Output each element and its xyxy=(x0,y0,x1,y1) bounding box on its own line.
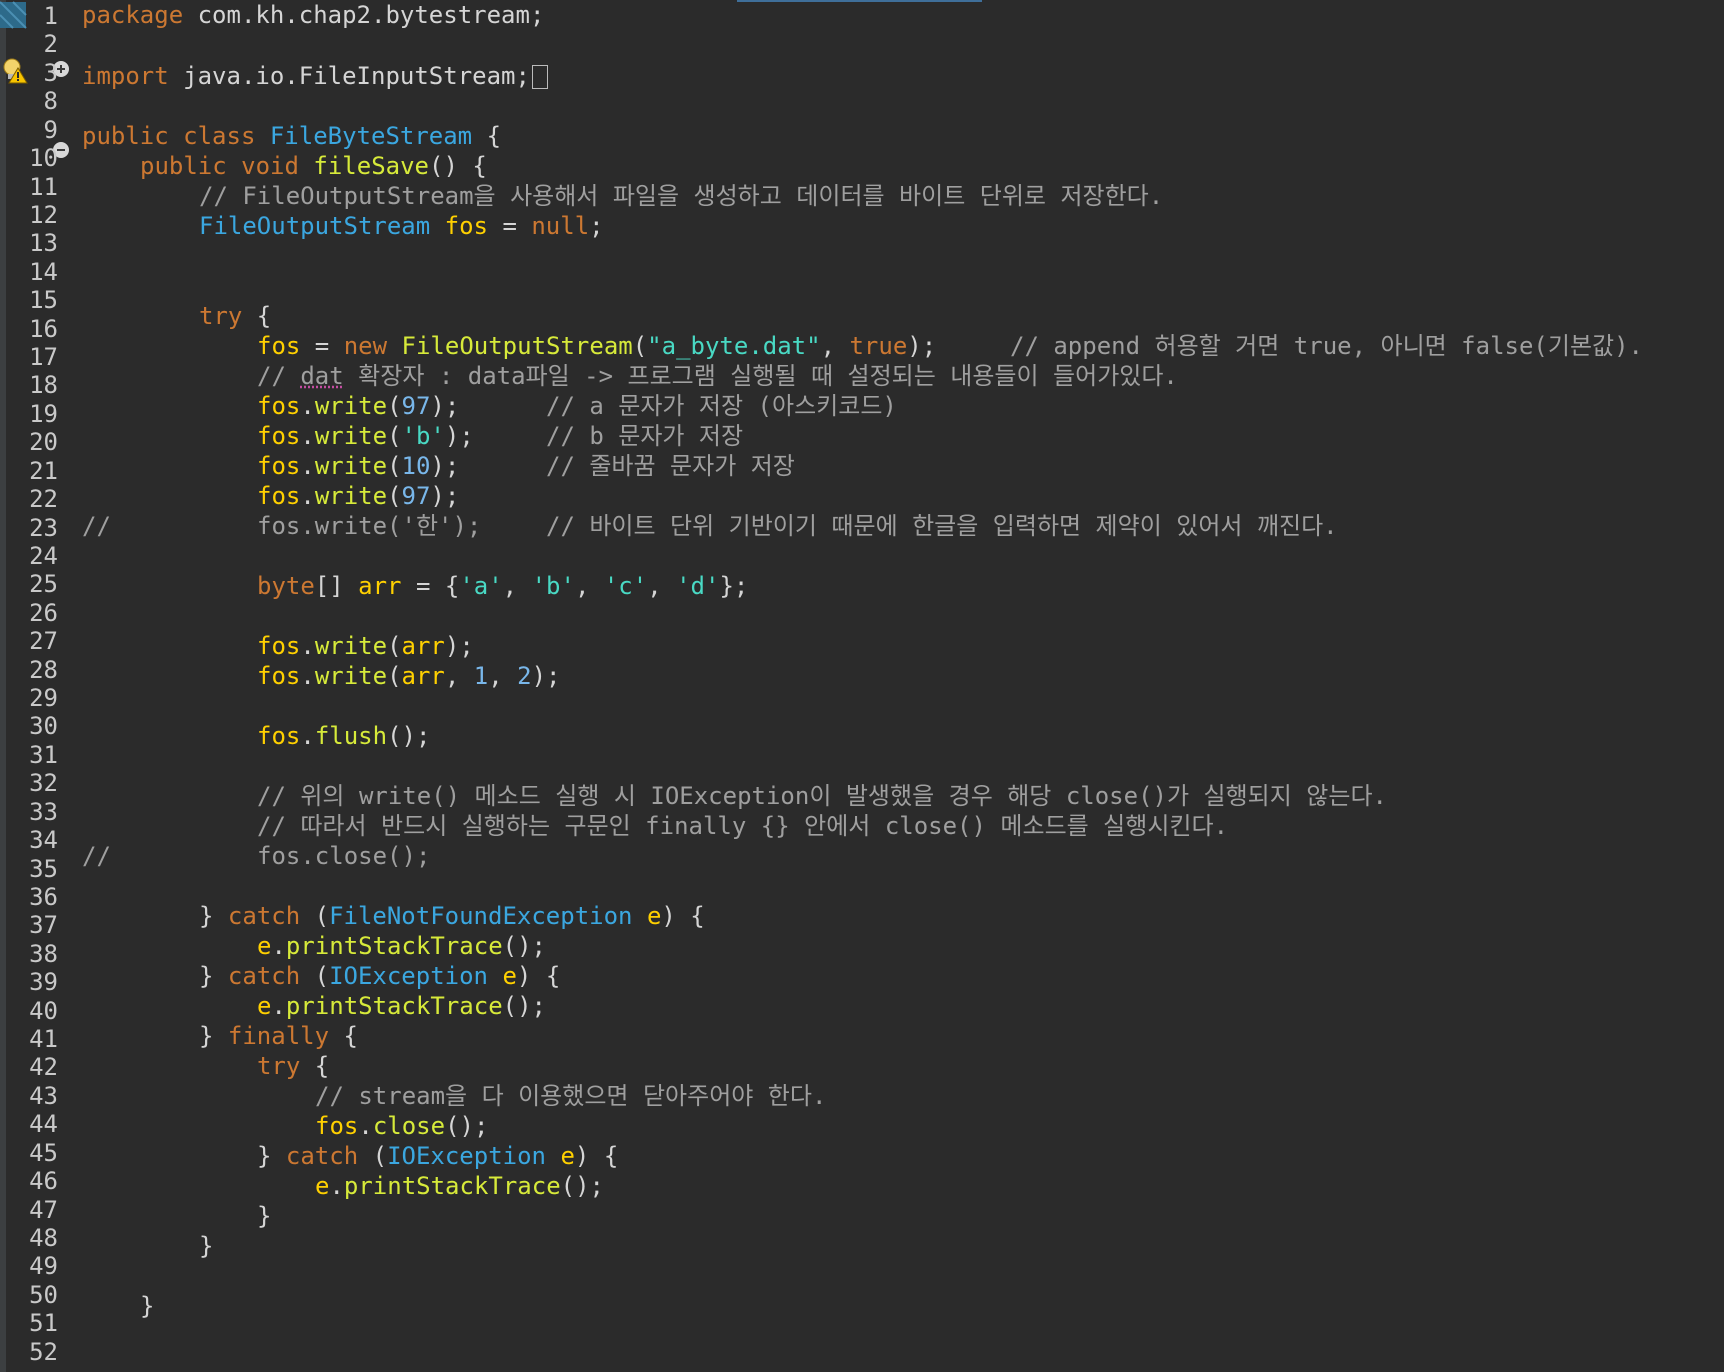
code-line-10: public void fileSave() { xyxy=(140,152,487,180)
line-number: 9 xyxy=(43,116,58,144)
line-number: 22 xyxy=(29,485,58,513)
code-line-27: fos.write(arr, 1, 2); xyxy=(257,662,561,690)
line-number: 12 xyxy=(29,201,58,229)
code-line-17: // dat 확장자 : data파일 -> 프로그램 실행될 때 설정되는 내… xyxy=(257,362,1178,390)
code-line-22-comment: // 바이트 단위 기반이기 때문에 한글을 입력하면 제약이 있어서 깨진다. xyxy=(546,512,1338,540)
code-line-35: } catch (FileNotFoundException e) { xyxy=(199,902,705,930)
line-number: 16 xyxy=(29,315,58,343)
line-number: 36 xyxy=(29,883,58,911)
code-line-43: } catch (IOException e) { xyxy=(257,1142,619,1170)
line-number: 50 xyxy=(29,1281,58,1309)
code-line-29: fos.flush(); xyxy=(257,722,431,750)
line-number: 39 xyxy=(29,968,58,996)
code-line-11: // FileOutputStream을 사용해서 파일을 생성하고 데이터를 … xyxy=(199,182,1164,210)
line-number: 3 xyxy=(43,59,58,87)
line-number: 14 xyxy=(29,258,58,286)
line-number: 31 xyxy=(29,741,58,769)
line-number: 21 xyxy=(29,457,58,485)
folded-imports-box[interactable] xyxy=(531,65,548,89)
line-number: 10 xyxy=(29,144,58,172)
line-number: 29 xyxy=(29,684,58,712)
code-line-36: e.printStackTrace(); xyxy=(257,932,547,960)
code-line-48: } xyxy=(140,1292,155,1320)
line-number: 33 xyxy=(29,798,58,826)
code-line-33-slashes: // xyxy=(82,842,111,870)
code-line-21: fos.write(97); xyxy=(257,482,460,510)
code-line-40: try { xyxy=(257,1052,330,1080)
line-number: 49 xyxy=(29,1252,58,1280)
line-number: 34 xyxy=(29,826,58,854)
code-line-41: // stream을 다 이용했으면 닫아주어야 한다. xyxy=(315,1082,827,1110)
line-number: 48 xyxy=(29,1224,58,1252)
code-line-20-comment: // 줄바꿈 문자가 저장 xyxy=(546,452,795,480)
line-number: 44 xyxy=(29,1110,58,1138)
code-line-3: import java.io.FileInputStream; xyxy=(82,61,548,91)
scroll-position-indicator xyxy=(737,0,982,2)
line-number: 1 xyxy=(43,2,58,30)
code-line-38: e.printStackTrace(); xyxy=(257,992,547,1020)
line-number: 32 xyxy=(29,769,58,797)
line-number: 37 xyxy=(29,911,58,939)
line-number: 46 xyxy=(29,1167,58,1195)
line-number: 26 xyxy=(29,599,58,627)
line-number: 51 xyxy=(29,1309,58,1337)
line-number: 30 xyxy=(29,712,58,740)
line-number: 41 xyxy=(29,1025,58,1053)
code-line-46: } xyxy=(199,1232,214,1260)
code-line-31: // 위의 write() 메소드 실행 시 IOException이 발생했을… xyxy=(257,782,1387,810)
code-line-18-comment: // a 문자가 저장 (아스키코드) xyxy=(546,392,897,420)
line-number: 25 xyxy=(29,570,58,598)
code-line-16-comment: // append 허용할 거면 true, 아니면 false(기본값). xyxy=(1010,332,1644,360)
code-line-39: } finally { xyxy=(199,1022,358,1050)
line-number: 27 xyxy=(29,627,58,655)
code-line-18: fos.write(97); xyxy=(257,392,460,420)
line-number: 45 xyxy=(29,1139,58,1167)
code-line-33: fos.close(); xyxy=(257,842,431,870)
code-line-32: // 따라서 반드시 실행하는 구문인 finally {} 안에서 close… xyxy=(257,812,1229,840)
line-number: 17 xyxy=(29,343,58,371)
line-number: 38 xyxy=(29,940,58,968)
code-line-16: fos = new FileOutputStream("a_byte.dat",… xyxy=(257,332,937,360)
code-line-19-comment: // b 문자가 저장 xyxy=(546,422,744,450)
code-line-1: package com.kh.chap2.bytestream; xyxy=(82,1,545,29)
line-number: 28 xyxy=(29,656,58,684)
line-number: 42 xyxy=(29,1053,58,1081)
line-number: 40 xyxy=(29,997,58,1025)
line-number: 35 xyxy=(29,855,58,883)
line-number: 47 xyxy=(29,1196,58,1224)
code-line-19: fos.write('b'); xyxy=(257,422,474,450)
line-number: 19 xyxy=(29,400,58,428)
code-line-26: fos.write(arr); xyxy=(257,632,474,660)
line-number: 23 xyxy=(29,514,58,542)
line-number: 24 xyxy=(29,542,58,570)
line-number: 2 xyxy=(43,30,58,58)
code-line-9: public class FileByteStream { xyxy=(82,122,502,150)
line-number: 18 xyxy=(29,371,58,399)
line-number: 20 xyxy=(29,428,58,456)
line-number: 11 xyxy=(29,173,58,201)
code-editor[interactable]: 1 2 3 8 9 10 11 12 13 14 15 16 17 18 19 20 21 22 23 24 25 26 2… xyxy=(0,0,1724,1372)
code-line-24: byte[] arr = {'a', 'b', 'c', 'd'}; xyxy=(257,572,749,600)
code-line-22-slashes: // xyxy=(82,512,111,540)
code-line-37: } catch (IOException e) { xyxy=(199,962,561,990)
code-line-12: FileOutputStream fos = null; xyxy=(199,212,604,240)
code-line-22: fos.write('한'); xyxy=(257,512,482,540)
line-number: 52 xyxy=(29,1338,58,1366)
line-number: 13 xyxy=(29,229,58,257)
code-line-20: fos.write(10); xyxy=(257,452,460,480)
line-number: 15 xyxy=(29,286,58,314)
code-line-45: } xyxy=(257,1202,272,1230)
code-line-44: e.printStackTrace(); xyxy=(315,1172,605,1200)
line-number: 8 xyxy=(43,87,58,115)
code-line-15: try { xyxy=(199,302,272,330)
line-number-gutter: 1 2 3 8 9 10 11 12 13 14 15 16 17 18 19 20 21 22 23 24 25 26 2… xyxy=(0,0,80,1372)
line-number: 43 xyxy=(29,1082,58,1110)
code-line-42: fos.close(); xyxy=(315,1112,489,1140)
